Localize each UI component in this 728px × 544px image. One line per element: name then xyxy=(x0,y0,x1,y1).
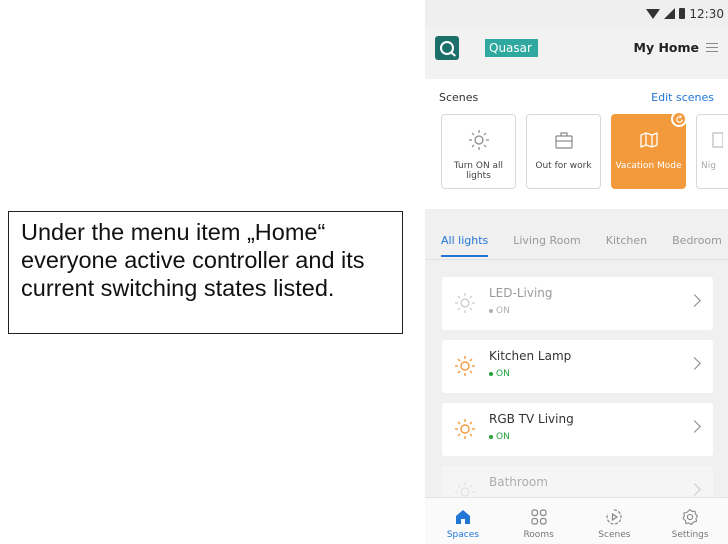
scene-label: Vacation Mode xyxy=(615,161,682,171)
device-name: Bathroom xyxy=(489,475,548,489)
play-circle-icon xyxy=(605,508,623,526)
devices-section: All lights Living Room Kitchen Bedroom L… xyxy=(425,209,728,544)
light-bulb-on-icon xyxy=(454,355,476,381)
status-bar: 12:30 xyxy=(425,0,728,27)
device-name: Kitchen Lamp xyxy=(489,349,572,363)
scene-label: Turn ON all lights xyxy=(453,161,504,181)
scenes-section: Scenes Edit scenes Turn ON all lights Ou… xyxy=(425,79,728,209)
edit-scenes-link[interactable]: Edit scenes xyxy=(651,91,714,104)
nav-scenes[interactable]: Scenes xyxy=(577,498,653,544)
chevron-right-icon xyxy=(688,357,701,370)
tab-living-room[interactable]: Living Room xyxy=(513,234,581,257)
nav-label: Spaces xyxy=(446,530,479,540)
caption-text: Under the menu item „Home“ everyone acti… xyxy=(21,219,365,301)
scene-card-vacation-mode[interactable]: Vacation Mode xyxy=(611,111,687,189)
signal-icon xyxy=(664,8,676,19)
brand-name: Quasar xyxy=(485,38,538,57)
home-selector[interactable]: My Home xyxy=(634,40,700,55)
light-bulb-off-icon xyxy=(454,292,476,318)
tab-kitchen[interactable]: Kitchen xyxy=(606,234,647,257)
nav-label: Settings xyxy=(671,530,709,540)
battery-icon xyxy=(679,8,686,19)
scene-label: Out for work xyxy=(535,161,592,171)
scene-card-night[interactable]: Nig xyxy=(696,114,728,189)
device-name: LED-Living xyxy=(489,286,553,300)
nav-settings[interactable]: Settings xyxy=(652,498,728,544)
nav-rooms[interactable]: Rooms xyxy=(501,498,577,544)
scenes-title: Scenes xyxy=(439,91,479,104)
tab-divider xyxy=(425,259,728,260)
briefcase-icon xyxy=(553,129,575,151)
device-state: ON xyxy=(489,369,510,379)
app-bar: Quasar My Home xyxy=(425,27,728,68)
device-name: RGB TV Living xyxy=(489,412,574,426)
device-card-rgb-tv-living[interactable]: RGB TV Living ON xyxy=(442,403,713,456)
scene-card-out-for-work[interactable]: Out for work xyxy=(526,114,601,189)
wifi-icon xyxy=(646,8,661,19)
tab-all-lights[interactable]: All lights xyxy=(441,234,489,257)
grid-icon xyxy=(530,508,548,526)
scene-card-turn-on-all-lights[interactable]: Turn ON all lights xyxy=(441,114,516,189)
map-icon xyxy=(638,129,660,151)
refresh-badge-icon xyxy=(671,111,687,127)
status-time: 12:30 xyxy=(689,6,724,21)
light-bulb-on-icon xyxy=(454,418,476,444)
nav-spaces[interactable]: Spaces xyxy=(425,498,501,544)
scene-label: Nig xyxy=(701,161,716,171)
nav-label: Rooms xyxy=(523,530,554,540)
moon-icon xyxy=(711,129,723,151)
caption-box: Under the menu item „Home“ everyone acti… xyxy=(8,211,403,334)
tab-bedroom[interactable]: Bedroom xyxy=(672,234,722,257)
quasar-logo-icon xyxy=(435,35,459,60)
device-card-kitchen-lamp[interactable]: Kitchen Lamp ON xyxy=(442,340,713,393)
chevron-right-icon xyxy=(688,483,701,496)
chevron-right-icon xyxy=(688,294,701,307)
room-tabs: All lights Living Room Kitchen Bedroom xyxy=(441,234,728,257)
device-state: ON xyxy=(489,432,510,442)
device-card-led-living[interactable]: LED-Living ON xyxy=(442,277,713,330)
chevron-right-icon xyxy=(688,420,701,433)
bottom-navigation: Spaces Rooms Scenes Settings xyxy=(425,497,728,544)
nav-label: Scenes xyxy=(598,530,631,540)
sun-icon xyxy=(468,129,490,151)
home-icon xyxy=(454,508,472,526)
hamburger-menu-icon[interactable] xyxy=(706,43,718,52)
gear-icon xyxy=(681,508,699,526)
device-state: ON xyxy=(489,306,510,316)
phone-screen: 12:30 Quasar My Home Scenes Edit scenes … xyxy=(425,0,728,544)
